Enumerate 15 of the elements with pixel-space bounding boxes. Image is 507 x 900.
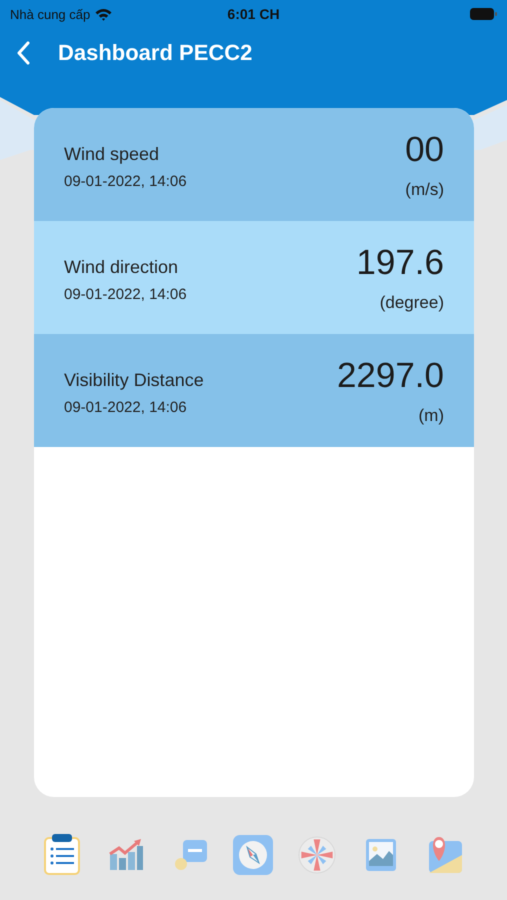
reading-value: 2297.0 [336, 356, 444, 396]
reading-value: 00 [405, 130, 444, 170]
reading-time: 09-01-2022, 14:06 [64, 172, 187, 190]
reading-unit: (m) [418, 406, 444, 426]
reading-value: 197.6 [356, 243, 444, 283]
reading-unit: (degree) [380, 293, 444, 313]
reading-time: 09-01-2022, 14:06 [64, 286, 187, 302]
page-title: Dashboard PECC2 [58, 40, 252, 66]
reading-label: Wind speed [64, 144, 160, 164]
reading-time: 09-01-2022, 14:06 [64, 398, 188, 416]
carrier-name: Nhà cung cấp [10, 6, 90, 22]
reading-unit: (m/s) [405, 180, 444, 200]
reading-label: Visibility Distance [64, 370, 204, 390]
status-time: 6:01 CH [227, 6, 280, 22]
reading-label: Wind direction [64, 256, 180, 278]
